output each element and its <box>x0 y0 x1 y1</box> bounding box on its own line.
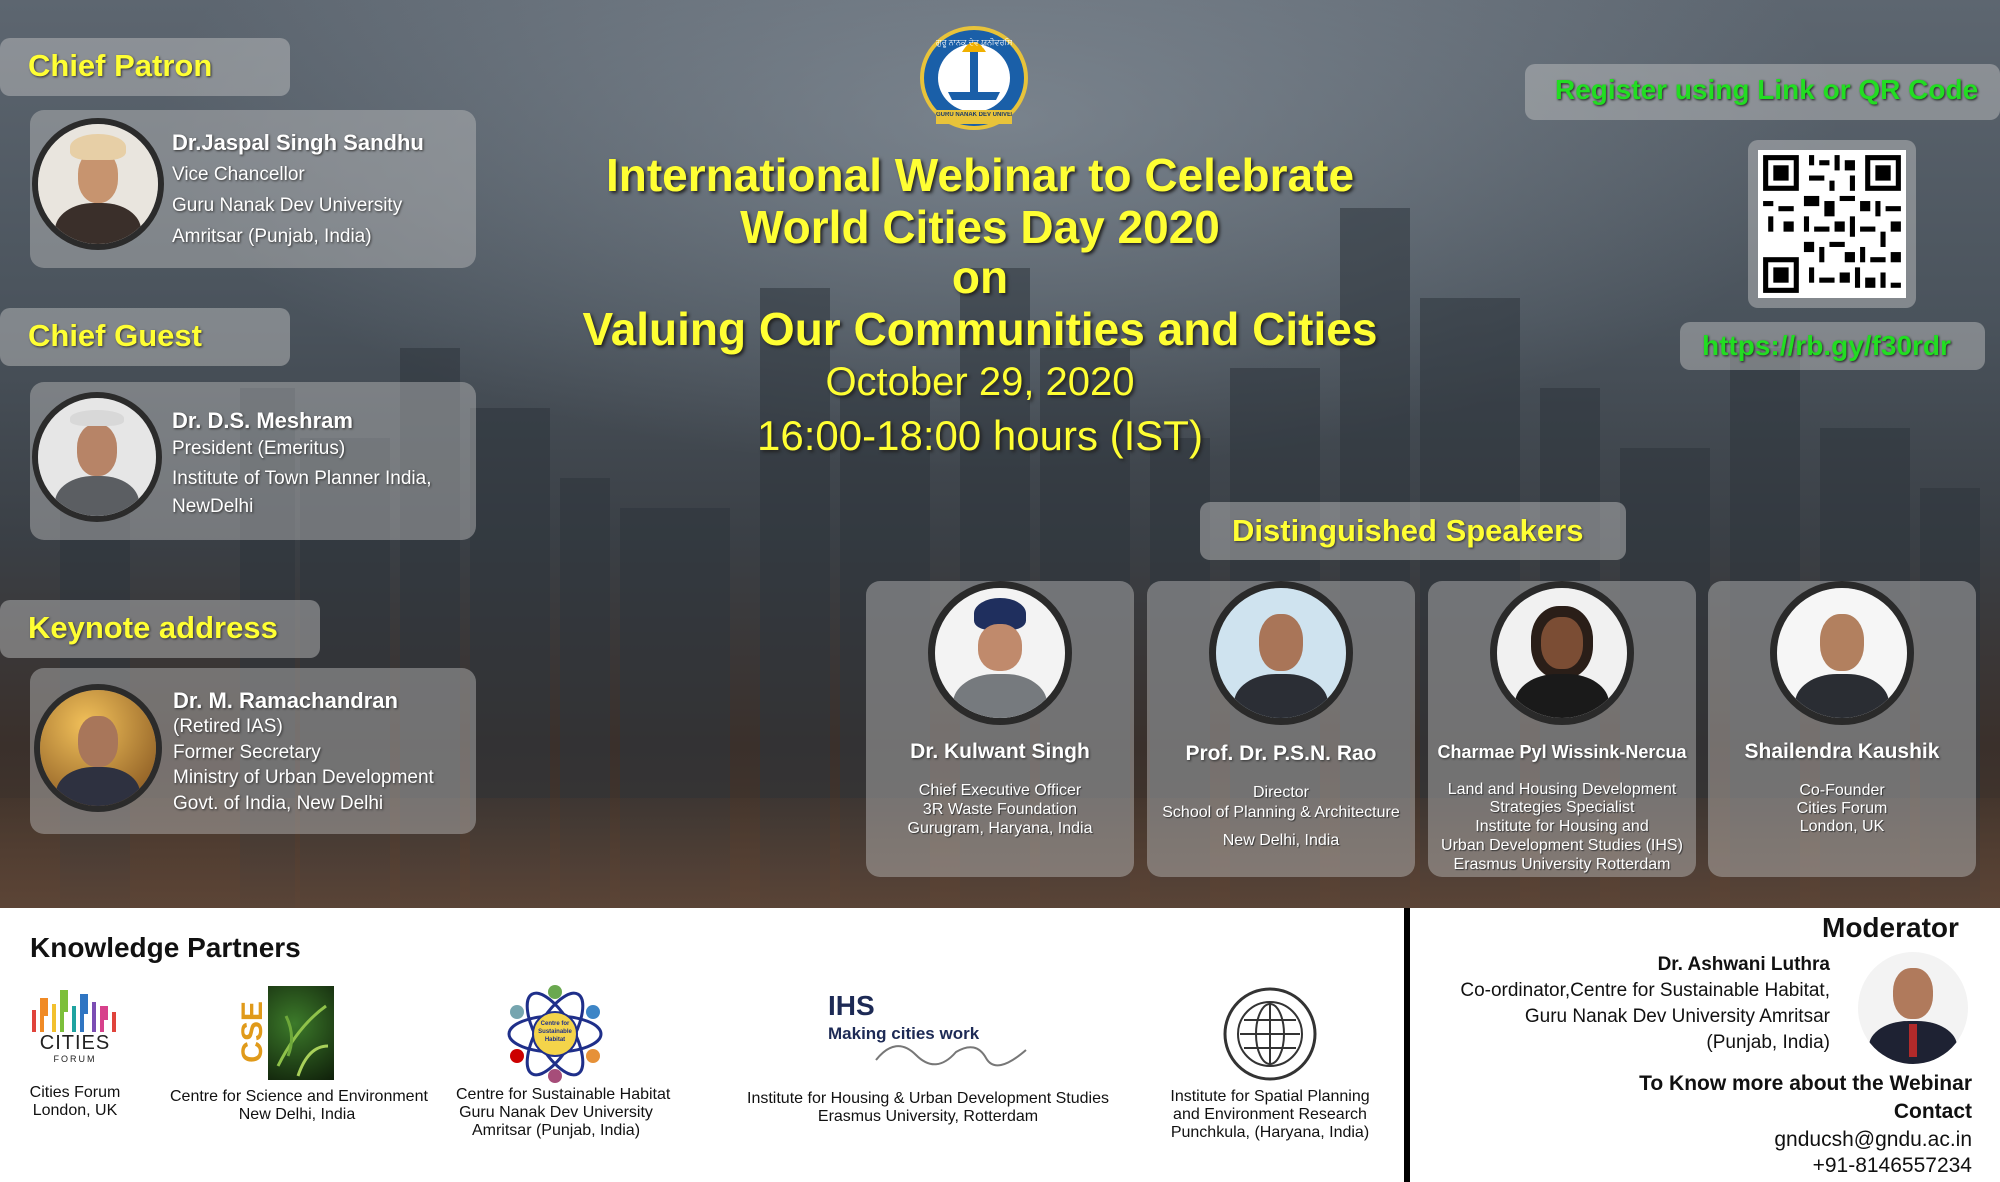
speaker-photo <box>1490 581 1634 725</box>
register-link[interactable]: https://rb.gy/f30rdr <box>1702 330 1951 362</box>
partner-line: Institute for Spatial Planning <box>1170 1088 1370 1105</box>
qr-code[interactable] <box>1758 150 1906 298</box>
chief-patron-photo <box>32 118 164 250</box>
cities-forum-logo-subtext: FORUM <box>53 1054 97 1064</box>
csh-logo-text: Centre for Sustainable Habitat <box>538 1021 572 1043</box>
speaker-name: Dr. Kulwant Singh <box>910 740 1090 763</box>
chief-patron-name: Dr.Jaspal Singh Sandhu <box>172 130 424 155</box>
ihs-logo-text: IHS <box>828 990 875 1021</box>
keynote-name: Dr. M. Ramachandran <box>173 688 398 713</box>
speaker-photo <box>1209 581 1353 725</box>
title-line-2: World Cities Day 2020 <box>740 201 1220 253</box>
partner-line: Institute for Housing & Urban Developmen… <box>747 1090 1109 1107</box>
partner-line: Centre for Science and Environment <box>170 1088 428 1105</box>
chief-patron-line: Guru Nanak Dev University <box>172 195 403 216</box>
chief-guest-photo <box>32 392 162 522</box>
cities-forum-logo-text: CITIES <box>39 1032 111 1054</box>
partners-heading: Knowledge Partners <box>30 932 301 963</box>
chief-guest-heading: Chief Guest <box>28 318 202 353</box>
partner-line: Punchkula, (Haryana, India) <box>1170 1124 1370 1141</box>
keynote-line: Govt. of India, New Delhi <box>173 793 384 814</box>
logo-banner-text: GURU NANAK DEV UNIVERSITY <box>936 112 1012 118</box>
keynote-line: (Retired IAS) <box>173 716 283 737</box>
chief-patron-heading: Chief Patron <box>28 48 213 83</box>
title-line-1: International Webinar to Celebrate <box>605 149 1355 201</box>
partner-caption: Institute for Spatial Planning and Envir… <box>1170 1088 1370 1142</box>
speakers-heading: Distinguished Speakers <box>1232 513 1584 548</box>
partner-caption: Centre for Sustainable Habitat Guru Nana… <box>456 1086 671 1140</box>
logo-arc-text: ਗੁਰੂ ਨਾਨਕ ਦੇਵ ਯੂਨੀਵਰਸਿਟੀ <box>936 38 1012 47</box>
moderator-line: (Punjab, India) <box>1706 1032 1830 1053</box>
speaker-photo <box>1770 581 1914 725</box>
speaker-name: Shailendra Kaushik <box>1744 740 1940 763</box>
partner-caption: Cities Forum London, UK <box>20 1084 130 1120</box>
cities-forum-logo: CITIES FORUM <box>30 986 120 1066</box>
footer-divider <box>1404 908 1410 1182</box>
ihs-logo: IHS Making cities work <box>826 990 1036 1070</box>
partner-line: Guru Nanak Dev University <box>459 1104 653 1121</box>
chief-guest-line: NewDelhi <box>172 496 254 517</box>
speaker-line: Cities Forum <box>1796 800 1888 817</box>
partner-line: and Environment Research <box>1173 1106 1367 1123</box>
partner-line: Erasmus University, Rotterdam <box>817 1108 1039 1125</box>
speaker-line: Urban Development Studies (IHS) <box>1441 837 1683 854</box>
moderator-name: Dr. Ashwani Luthra <box>1657 954 1830 975</box>
speaker-line: 3R Waste Foundation <box>922 801 1078 818</box>
register-label: Register using Link or QR Code <box>1555 74 1979 105</box>
partner-line: Cities Forum <box>29 1084 121 1101</box>
partner-line: New Delhi, India <box>238 1106 356 1123</box>
cse-logo-text: CSE <box>236 1001 269 1063</box>
speaker-name: Prof. Dr. P.S.N. Rao <box>1185 742 1377 765</box>
speaker-line: Gurugram, Haryana, India <box>907 820 1093 837</box>
speaker-line: Erasmus University Rotterdam <box>1453 856 1671 873</box>
speaker-line: New Delhi, India <box>1222 832 1340 849</box>
contact-intro: To Know more about the Webinar <box>1639 1072 1972 1095</box>
keynote-photo <box>34 684 162 812</box>
speaker-line: London, UK <box>1799 818 1885 835</box>
event-time: 16:00-18:00 hours (IST) <box>757 412 1203 459</box>
speaker-line: School of Planning & Architecture <box>1162 804 1400 821</box>
moderator-line: Co-ordinator,Centre for Sustainable Habi… <box>1460 980 1830 1001</box>
speaker-photo <box>928 581 1072 725</box>
speaker-line: Land and Housing Development <box>1447 781 1677 798</box>
title-line-4: Valuing Our Communities and Cities <box>582 303 1378 355</box>
partner-line: London, UK <box>32 1102 118 1119</box>
speaker-name: Charmae Pyl Wissink-Nercua <box>1437 742 1687 762</box>
keynote-line: Former Secretary <box>173 742 321 763</box>
cse-logo: CSE <box>236 986 334 1080</box>
partner-caption: Centre for Science and Environment New D… <box>170 1088 428 1124</box>
speaker-line: Chief Executive Officer <box>918 782 1082 799</box>
title-line-3: on <box>951 251 1009 303</box>
contact-phone[interactable]: +91-8146557234 <box>1813 1154 1972 1178</box>
speaker-line: Director <box>1252 784 1309 801</box>
gndu-logo: ਗੁਰੂ ਨਾਨਕ ਦੇਵ ਯੂਨੀਵਰਸਿਟੀ GURU NANAK DEV … <box>918 26 1030 136</box>
speaker-line: Institute for Housing and <box>1475 818 1649 835</box>
keynote-line: Ministry of Urban Development <box>173 767 434 788</box>
event-date: October 29, 2020 <box>825 360 1135 404</box>
chief-guest-line: Institute of Town Planner India, <box>172 468 432 489</box>
moderator-line: Guru Nanak Dev University Amritsar <box>1524 1006 1830 1027</box>
moderator-heading: Moderator <box>1822 912 1959 943</box>
partner-line: Centre for Sustainable Habitat <box>456 1086 671 1103</box>
partner-line: Amritsar (Punjab, India) <box>471 1122 641 1139</box>
chief-guest-name: Dr. D.S. Meshram <box>172 408 353 433</box>
chief-patron-line: Vice Chancellor <box>172 164 305 185</box>
contact-heading: Contact <box>1893 1100 1972 1123</box>
footer: Knowledge Partners CITIES FORUM Cities F… <box>0 908 2000 1182</box>
moderator-photo <box>1858 952 1968 1064</box>
speaker-line: Co-Founder <box>1799 782 1885 799</box>
chief-guest-line: President (Emeritus) <box>172 438 346 459</box>
speaker-line: Strategies Specialist <box>1489 799 1635 816</box>
keynote-heading: Keynote address <box>28 610 278 645</box>
chief-patron-line: Amritsar (Punjab, India) <box>172 226 372 247</box>
isper-logo <box>1222 986 1318 1082</box>
contact-email[interactable]: gnducsh@gndu.ac.in <box>1774 1128 1972 1152</box>
csh-logo: Centre for Sustainable Habitat <box>505 984 605 1084</box>
partner-caption: Institute for Housing & Urban Developmen… <box>746 1090 1110 1126</box>
